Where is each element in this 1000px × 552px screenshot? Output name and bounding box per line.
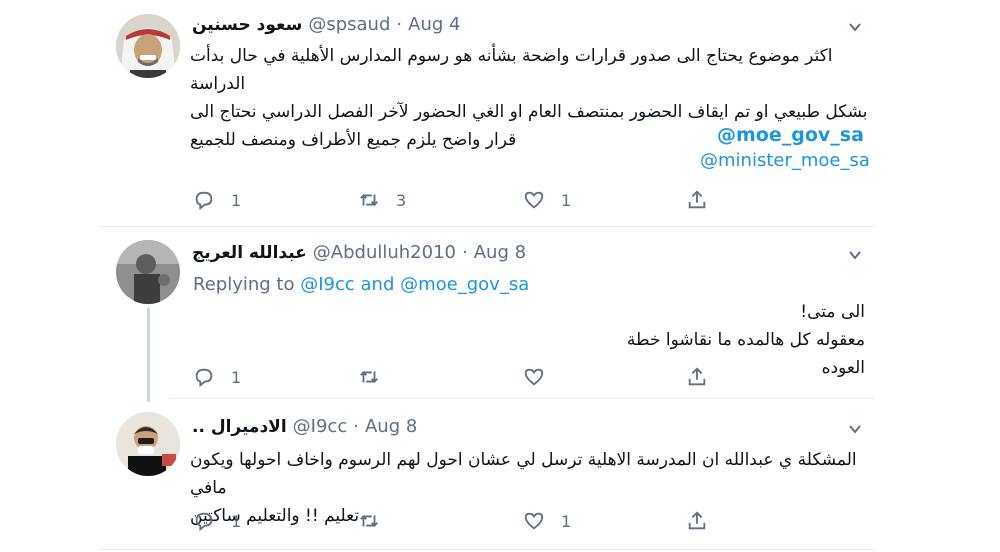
retweet-icon	[360, 371, 378, 383]
reply-icon	[195, 512, 213, 532]
mention-link[interactable]: @I9cc	[300, 274, 355, 295]
share-button[interactable]	[686, 362, 708, 392]
tweet-actions: 1 1	[0, 506, 1000, 536]
reply-button[interactable]: 1	[193, 506, 241, 536]
chevron-down-icon[interactable]	[848, 20, 862, 34]
retweet-button[interactable]	[358, 362, 396, 392]
chevron-down-icon[interactable]	[848, 248, 862, 262]
timestamp[interactable]: Aug 8	[365, 416, 417, 437]
separator: ·	[353, 416, 359, 437]
chevron-down-icon[interactable]	[848, 422, 862, 436]
retweet-icon	[360, 194, 378, 206]
avatar[interactable]	[116, 14, 180, 78]
handle[interactable]: @spsaud	[308, 14, 390, 35]
reply-count: 1	[231, 190, 242, 210]
like-count: 1	[561, 190, 572, 210]
like-button[interactable]	[523, 362, 561, 392]
reply-button[interactable]: 1	[193, 362, 241, 392]
display-name[interactable]: الادميرال ..	[192, 417, 287, 437]
share-icon	[688, 367, 706, 386]
reply-count: 1	[231, 511, 242, 531]
mention-link[interactable]: @minister_moe_sa	[700, 150, 870, 171]
divider	[100, 549, 875, 550]
timestamp[interactable]: Aug 8	[474, 242, 526, 263]
share-button[interactable]	[686, 506, 708, 536]
timestamp[interactable]: Aug 4	[408, 14, 460, 35]
tweet-2[interactable]: عبدالله العريج @Abdulluh2010 · Aug 8 Rep…	[0, 226, 1000, 396]
tweet-text-line: اكثر موضوع يحتاج الى صدور قرارات واضحة ب…	[190, 46, 833, 94]
replying-and: and	[360, 274, 395, 295]
tweet-1[interactable]: سعود حسنين @spsaud · Aug 4 اكثر موضوع يح…	[0, 0, 1000, 225]
tweet-actions: 1	[0, 362, 1000, 392]
avatar[interactable]	[116, 412, 180, 476]
tweet-actions: 1 3 1	[0, 185, 1000, 215]
avatar-photo	[116, 412, 180, 476]
tweet-text-line: بشكل طبيعي او تم ايقاف الحضور بمنتصف الع…	[190, 102, 868, 122]
heart-icon	[524, 191, 544, 209]
like-button[interactable]: 1	[523, 185, 571, 215]
mention-link[interactable]: @moe_gov_sa	[400, 274, 529, 295]
avatar[interactable]	[116, 240, 180, 304]
reply-button[interactable]: 1	[193, 185, 241, 215]
replying-to-label: Replying to	[193, 274, 295, 295]
display-name[interactable]: عبدالله العريج	[192, 243, 307, 263]
retweet-count: 3	[396, 190, 407, 210]
retweet-button[interactable]	[358, 506, 396, 536]
separator: ·	[396, 14, 403, 35]
reply-icon	[195, 368, 213, 388]
mention-link[interactable]: @moe_gov_sa	[717, 124, 864, 146]
share-icon	[688, 511, 706, 530]
tweet-3[interactable]: الادميرال .. @I9cc · Aug 8 المشكلة ي عبد…	[0, 400, 1000, 552]
heart-icon	[524, 368, 544, 386]
reply-count: 1	[231, 367, 242, 387]
thread-connector	[147, 308, 150, 402]
retweet-icon	[360, 515, 378, 527]
retweet-button[interactable]: 3	[358, 185, 406, 215]
reply-icon	[195, 191, 213, 211]
tweet-text-line: المشكلة ي عبدالله ان المدرسة الاهلية ترس…	[190, 450, 857, 498]
tweet-text-line: الى متى!	[800, 302, 865, 322]
display-name[interactable]: سعود حسنين	[192, 15, 302, 35]
replying-to: Replying to @I9cc and @moe_gov_sa	[193, 274, 529, 295]
share-button[interactable]	[686, 185, 708, 215]
heart-icon	[524, 512, 544, 530]
separator: ·	[461, 242, 468, 263]
handle[interactable]: @Abdulluh2010	[313, 242, 456, 263]
share-icon	[688, 190, 706, 209]
avatar-photo	[116, 14, 180, 78]
divider	[170, 398, 875, 399]
like-count: 1	[561, 511, 572, 531]
handle[interactable]: @I9cc	[293, 416, 348, 437]
avatar-photo	[116, 240, 180, 304]
like-button[interactable]: 1	[523, 506, 571, 536]
